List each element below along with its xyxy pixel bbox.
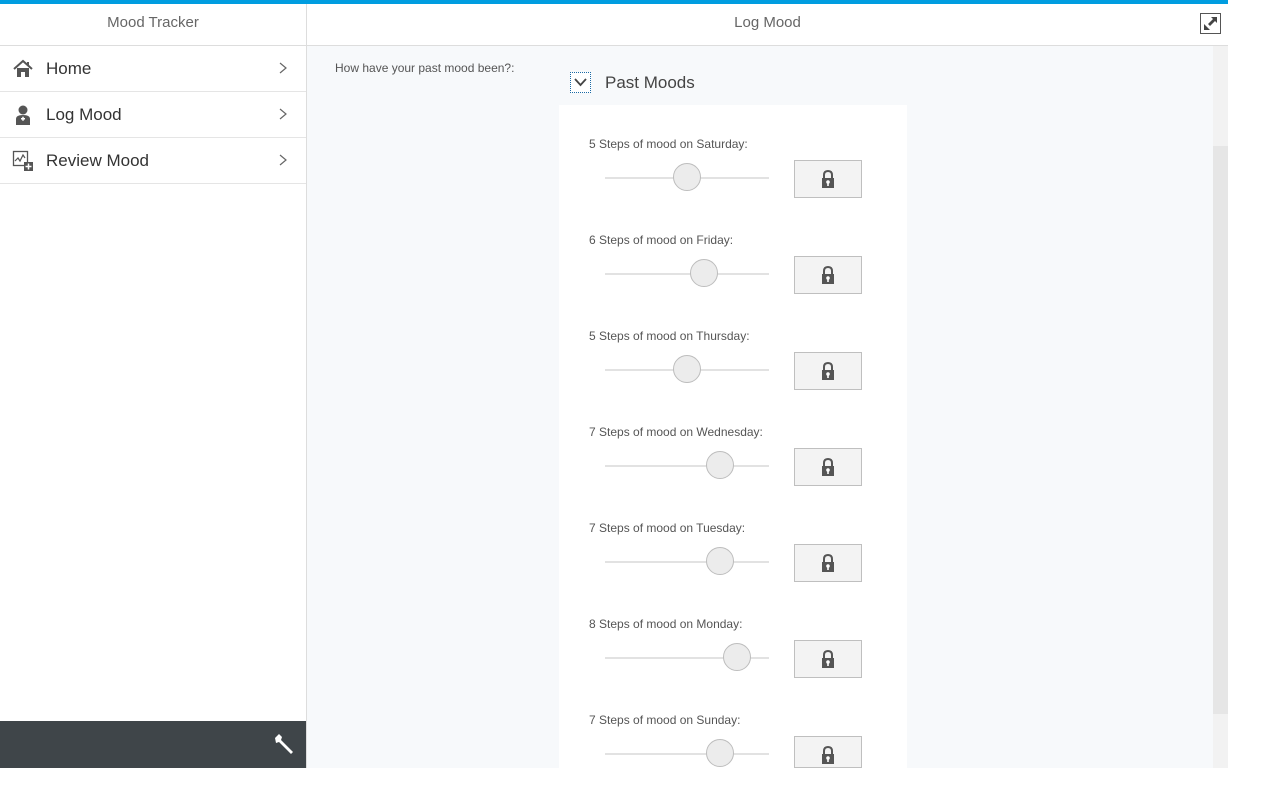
detail-header: Log Mood: [307, 4, 1228, 46]
mood-slider[interactable]: [605, 273, 769, 275]
home-icon: [13, 59, 33, 77]
panel-title: Past Moods: [605, 73, 695, 92]
chevron-right-icon: [279, 108, 287, 120]
mood-row: 8 Steps of mood on Monday:: [559, 585, 907, 681]
panel-toggle-button[interactable]: [570, 72, 591, 93]
mood-slider[interactable]: [605, 465, 769, 467]
nav-item-log-mood[interactable]: Log Mood: [0, 92, 306, 138]
lock-icon: [822, 650, 834, 668]
person-icon: [16, 105, 30, 125]
lock-icon: [822, 746, 834, 764]
mood-slider-handle[interactable]: [673, 163, 701, 191]
fullscreen-button[interactable]: [1200, 13, 1221, 34]
scrollbar[interactable]: [1213, 46, 1228, 768]
nav-item-review-mood[interactable]: Review Mood: [0, 138, 306, 184]
sidebar-footer: [0, 721, 306, 768]
chevron-down-icon: [574, 78, 587, 87]
mood-row: 7 Steps of mood on Tuesday:: [559, 489, 907, 585]
mood-slider-handle[interactable]: [706, 547, 734, 575]
sidebar: Mood Tracker Home Log Mood Review Mood: [0, 4, 307, 768]
lock-button[interactable]: [794, 640, 862, 678]
detail-page: Log Mood How have your past mood been?: …: [307, 4, 1228, 768]
lock-button[interactable]: [794, 544, 862, 582]
sidebar-title: Mood Tracker: [0, 4, 306, 46]
mood-slider-handle[interactable]: [723, 643, 751, 671]
wrench-icon[interactable]: [272, 733, 296, 757]
mood-row: 5 Steps of mood on Thursday:: [559, 297, 907, 393]
question-label: How have your past mood been?:: [335, 61, 515, 75]
mood-row-label: 6 Steps of mood on Friday:: [589, 233, 734, 247]
mood-row: 5 Steps of mood on Saturday:: [559, 105, 907, 201]
mood-row: 7 Steps of mood on Sunday:: [559, 681, 907, 777]
mood-row-label: 7 Steps of mood on Wednesday:: [589, 425, 763, 439]
mood-row-label: 7 Steps of mood on Sunday:: [589, 713, 741, 727]
lock-button[interactable]: [794, 256, 862, 294]
fullscreen-icon: [1204, 17, 1217, 30]
nav-item-label: Home: [46, 58, 92, 78]
mood-row: 6 Steps of mood on Friday:: [559, 201, 907, 297]
mood-slider[interactable]: [605, 753, 769, 755]
mood-row-label: 5 Steps of mood on Saturday:: [589, 137, 748, 151]
mood-slider[interactable]: [605, 561, 769, 563]
lock-button[interactable]: [794, 352, 862, 390]
mood-slider-handle[interactable]: [706, 451, 734, 479]
mood-row: 7 Steps of mood on Wednesday:: [559, 393, 907, 489]
chart-add-icon: [12, 150, 33, 171]
mood-slider-handle[interactable]: [690, 259, 718, 287]
mood-slider-handle[interactable]: [706, 739, 734, 767]
lock-icon: [822, 170, 834, 188]
scrollbar-thumb[interactable]: [1213, 146, 1228, 714]
nav-item-label: Log Mood: [46, 104, 122, 124]
lock-icon: [822, 266, 834, 284]
mood-row-label: 8 Steps of mood on Monday:: [589, 617, 743, 631]
lock-icon: [822, 554, 834, 572]
lock-button[interactable]: [794, 160, 862, 198]
mood-slider-handle[interactable]: [673, 355, 701, 383]
app-shell: Mood Tracker Home Log Mood Review Mood L…: [0, 0, 1228, 768]
lock-button[interactable]: [794, 448, 862, 486]
mood-row-label: 5 Steps of mood on Thursday:: [589, 329, 750, 343]
lock-icon: [822, 362, 834, 380]
chevron-right-icon: [279, 62, 287, 74]
mood-row-label: 7 Steps of mood on Tuesday:: [589, 521, 746, 535]
chevron-right-icon: [279, 154, 287, 166]
page-title: Log Mood: [734, 14, 801, 31]
lock-button[interactable]: [794, 736, 862, 768]
lock-icon: [822, 458, 834, 476]
nav-list: Home Log Mood Review Mood: [0, 46, 306, 184]
past-moods-panel: 5 Steps of mood on Saturday: 6 Steps of …: [559, 105, 907, 768]
nav-item-label: Review Mood: [46, 150, 149, 170]
nav-item-home[interactable]: Home: [0, 46, 306, 92]
